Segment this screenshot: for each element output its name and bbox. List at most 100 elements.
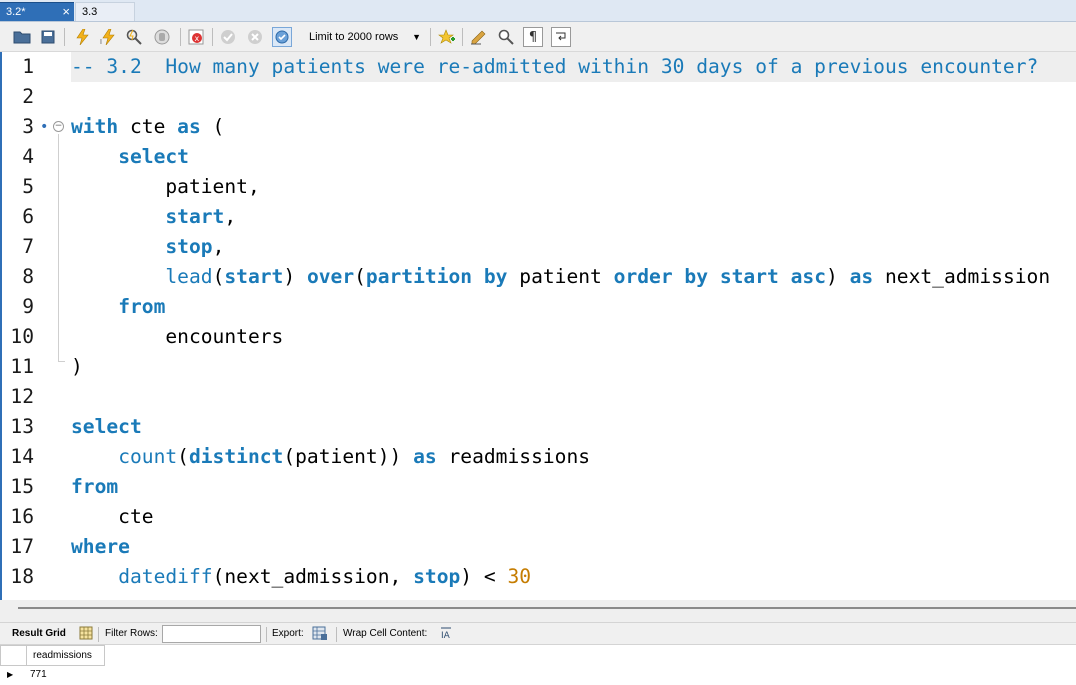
limit-rows-select[interactable]: Limit to 2000 rows ▼ — [302, 27, 426, 47]
beautify-icon[interactable] — [469, 27, 489, 47]
code-line[interactable]: 4 select — [0, 142, 1076, 172]
dropdown-arrow-icon: ▼ — [412, 32, 421, 42]
code-line[interactable]: 2 — [0, 82, 1076, 112]
line-number: 12 — [10, 385, 34, 408]
code-token: ( — [212, 265, 225, 288]
code-text: ) — [71, 352, 83, 382]
limit-rows-value: Limit to 2000 rows — [309, 31, 399, 43]
fold-toggle-icon[interactable]: − — [53, 121, 64, 132]
line-number: 10 — [10, 325, 34, 348]
code-token: asc — [790, 265, 826, 288]
code-line[interactable]: 11) — [0, 352, 1076, 382]
tab-3-3[interactable]: 3.3 — [75, 2, 135, 21]
line-number: 13 — [10, 415, 34, 438]
commit-icon[interactable] — [218, 27, 238, 47]
code-line[interactable]: 17 where — [0, 532, 1076, 562]
line-number: 6 — [22, 205, 34, 228]
toggle-error-icon[interactable]: x — [186, 27, 206, 47]
code-line[interactable]: 10 encounters — [0, 322, 1076, 352]
statement-marker-icon: • — [40, 119, 49, 135]
grid-icon[interactable] — [79, 626, 93, 644]
code-line[interactable]: 9 from — [0, 292, 1076, 322]
line-number: 1 — [22, 55, 34, 78]
code-line[interactable]: 13 select — [0, 412, 1076, 442]
code-text: stop, — [71, 232, 224, 262]
open-folder-icon[interactable] — [12, 27, 32, 47]
code-token: select — [118, 145, 189, 168]
line-number: 16 — [10, 505, 34, 528]
tab-label: 3.2* — [6, 6, 26, 18]
code-text: datediff(next_admission, stop) < 30 — [71, 562, 531, 592]
rollback-icon[interactable] — [245, 27, 265, 47]
code-line[interactable]: 18 datediff(next_admission, stop) < 30 — [0, 562, 1076, 592]
code-token: ( — [177, 445, 189, 468]
code-text: cte — [71, 502, 153, 532]
code-token: as — [177, 115, 201, 138]
code-text: count(distinct(patient)) as readmissions — [71, 442, 590, 472]
line-number: 18 — [10, 565, 34, 588]
code-text: from — [71, 472, 118, 502]
code-token: -- 3.2 How many patients were re-admitte… — [71, 55, 1039, 78]
code-token: over — [306, 265, 355, 288]
explain-icon[interactable] — [124, 27, 144, 47]
autocommit-icon[interactable] — [272, 27, 292, 47]
code-line[interactable]: 3 • − with cte as ( — [0, 112, 1076, 142]
editor-tab-bar: 3.2* × 3.3 — [0, 0, 1076, 22]
save-icon[interactable] — [38, 27, 58, 47]
wrap-lines-icon[interactable] — [551, 27, 571, 47]
panel-splitter[interactable] — [0, 600, 1076, 622]
code-text: start, — [71, 202, 236, 232]
add-snippet-icon[interactable] — [437, 27, 457, 47]
code-line[interactable]: 1 -- 3.2 How many patients were re-admitt… — [0, 52, 1076, 82]
wrap-cell-icon[interactable]: IA — [439, 627, 453, 644]
code-text: select — [71, 412, 142, 442]
svg-text:x: x — [195, 34, 200, 43]
find-icon[interactable] — [496, 27, 516, 47]
filter-rows-input[interactable] — [162, 625, 261, 643]
code-token: ) — [283, 265, 307, 288]
code-token: stop — [413, 565, 461, 588]
code-token: ) < — [460, 565, 508, 588]
code-line[interactable]: 12 — [0, 382, 1076, 412]
code-token: ) — [71, 355, 83, 378]
grid-cell[interactable]: 771 — [30, 666, 47, 684]
code-line[interactable]: 5 patient, — [0, 172, 1076, 202]
code-line[interactable]: 16 cte — [0, 502, 1076, 532]
line-number: 7 — [22, 235, 34, 258]
code-line[interactable]: 7 stop, — [0, 232, 1076, 262]
line-number: 4 — [22, 145, 34, 168]
code-token: patient, — [71, 175, 260, 198]
code-line[interactable]: 14 count(distinct(patient)) as readmissi… — [0, 442, 1076, 472]
execute-icon[interactable] — [72, 27, 92, 47]
code-line[interactable]: 6 start, — [0, 202, 1076, 232]
invisible-chars-icon[interactable]: ¶ — [523, 27, 543, 47]
code-token: with — [71, 115, 119, 138]
result-grid[interactable]: readmissions ▶ 771 — [0, 645, 1076, 685]
code-text: select — [71, 142, 189, 172]
wrap-cell-label: Wrap Cell Content: — [343, 628, 428, 639]
code-text: with cte as ( — [71, 112, 224, 142]
line-number: 8 — [22, 265, 34, 288]
code-token: next_admission — [873, 265, 1051, 288]
result-grid-label[interactable]: Result Grid — [12, 628, 66, 640]
code-text: -- 3.2 How many patients were re-admitte… — [71, 52, 1038, 82]
stop-icon[interactable] — [152, 27, 172, 47]
execute-current-icon[interactable]: I — [98, 27, 118, 47]
code-token: as — [413, 445, 437, 468]
column-header-readmissions[interactable]: readmissions — [26, 645, 105, 666]
code-token: distinct — [188, 445, 284, 468]
code-line[interactable]: 8 lead(start) over(partition by patient … — [0, 262, 1076, 292]
close-tab-icon[interactable]: × — [62, 3, 70, 21]
code-token: lead — [165, 265, 213, 288]
tab-3-2[interactable]: 3.2* × — [0, 2, 74, 21]
line-number: 17 — [10, 535, 34, 558]
code-text: encounters — [71, 322, 283, 352]
code-line[interactable]: 15 from — [0, 472, 1076, 502]
sql-editor[interactable]: 1 -- 3.2 How many patients were re-admitt… — [0, 52, 1076, 600]
export-icon[interactable] — [312, 626, 328, 645]
